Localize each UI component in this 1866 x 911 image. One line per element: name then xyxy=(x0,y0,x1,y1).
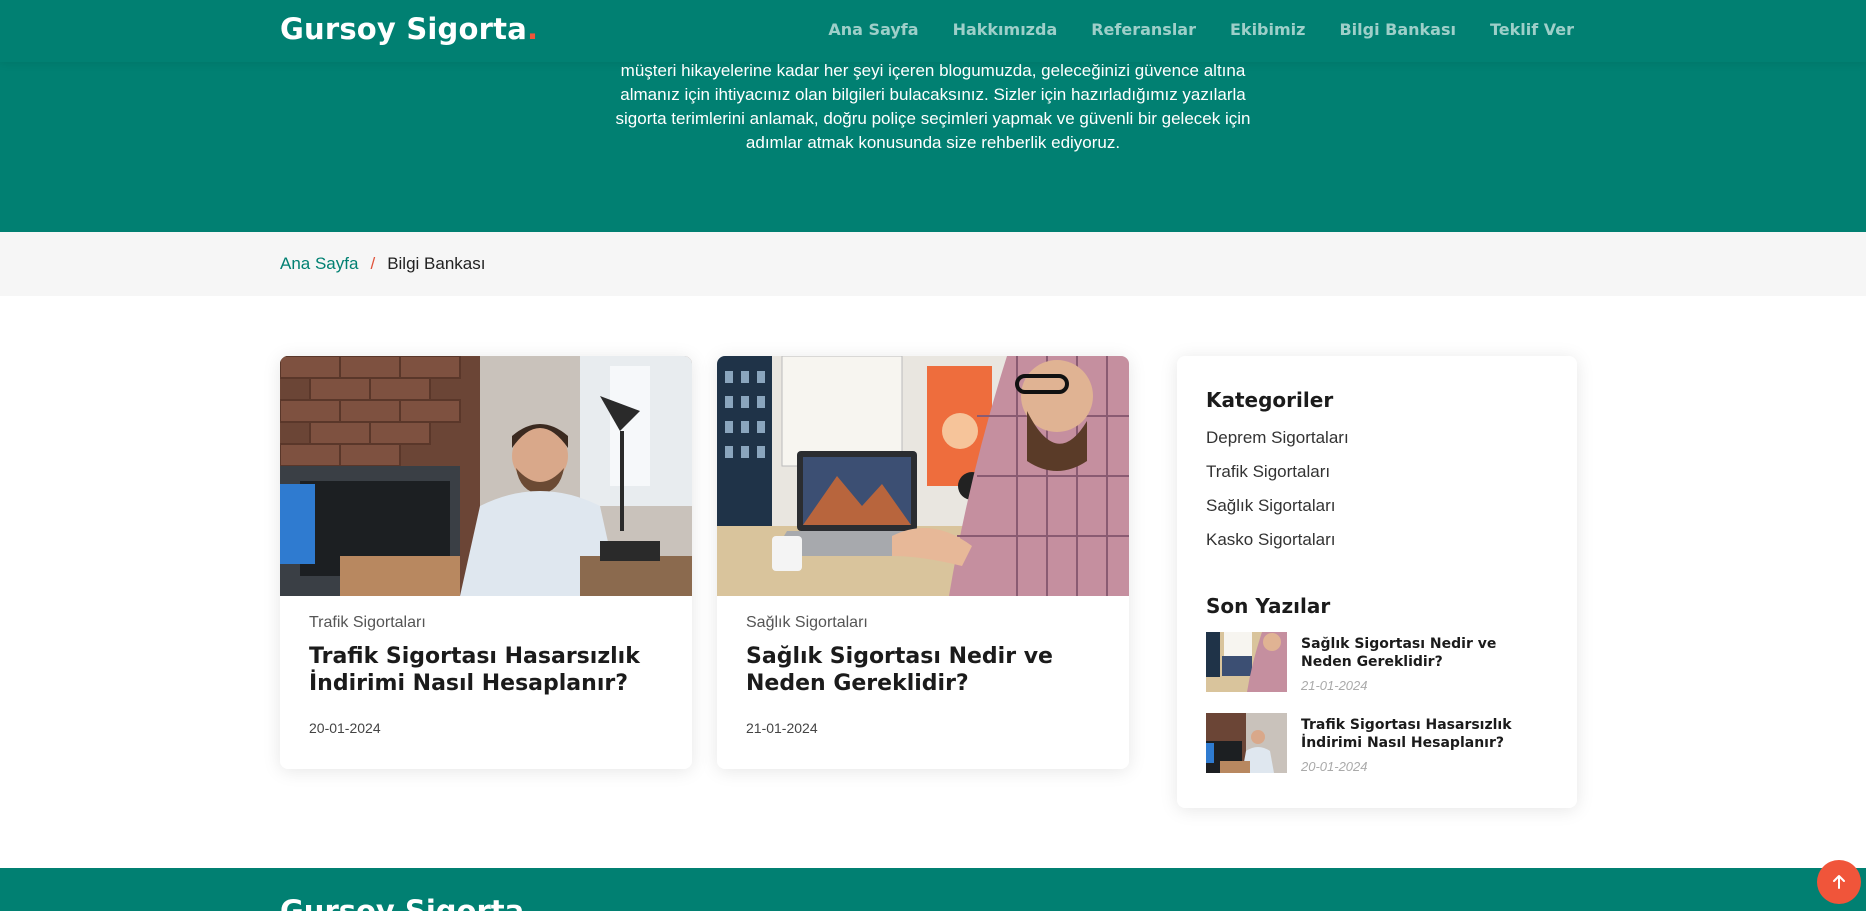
breadcrumb: Ana Sayfa / Bilgi Bankası xyxy=(280,254,485,274)
site-logo[interactable]: Gursoy Sigorta. xyxy=(280,12,538,46)
scroll-to-top-button[interactable] xyxy=(1817,860,1861,904)
recent-post-thumbnail[interactable] xyxy=(1206,632,1287,692)
logo-text: Gursoy Sigorta xyxy=(280,12,527,46)
post-image[interactable] xyxy=(717,356,1129,596)
category-link[interactable]: Trafik Sigortaları xyxy=(1206,462,1330,482)
breadcrumb-current: Bilgi Bankası xyxy=(387,254,486,273)
sidebar: Kategoriler Deprem Sigortaları Trafik Si… xyxy=(1177,356,1577,808)
post-title[interactable]: Sağlık Sigortası Nedir ve Neden Gereklid… xyxy=(746,643,1106,697)
recent-post-item[interactable]: Sağlık Sigortası Nedir ve Neden Gereklid… xyxy=(1206,632,1546,694)
category-link[interactable]: Sağlık Sigortaları xyxy=(1206,496,1335,516)
category-link[interactable]: Kasko Sigortaları xyxy=(1206,530,1335,550)
post-title[interactable]: Trafik Sigortası Hasarsızlık İndirimi Na… xyxy=(309,643,669,697)
nav-item-knowledge-base[interactable]: Bilgi Bankası xyxy=(1339,20,1456,39)
nav-item-home[interactable]: Ana Sayfa xyxy=(828,20,918,39)
breadcrumb-home[interactable]: Ana Sayfa xyxy=(280,254,358,274)
hero-description: müşteri hikayelerine kadar her şeyi içer… xyxy=(0,59,1866,155)
recent-post-item[interactable]: Trafik Sigortası Hasarsızlık İndirimi Na… xyxy=(1206,713,1546,775)
office-thumbnail-image xyxy=(1206,713,1287,773)
recent-post-title[interactable]: Trafik Sigortası Hasarsızlık İndirimi Na… xyxy=(1301,716,1546,752)
recent-post-title[interactable]: Sağlık Sigortası Nedir ve Neden Gereklid… xyxy=(1301,635,1546,671)
logo-dot: . xyxy=(526,12,539,46)
nav-item-team[interactable]: Ekibimiz xyxy=(1230,20,1305,39)
recent-post-date: 21-01-2024 xyxy=(1301,678,1368,693)
hero-line: adımlar atmak konusunda size rehberlik e… xyxy=(745,133,1121,152)
recent-post-date: 20-01-2024 xyxy=(1301,759,1368,774)
laptop-photo-image xyxy=(717,356,1129,596)
laptop-thumbnail-image xyxy=(1206,632,1287,692)
post-date: 20-01-2024 xyxy=(309,720,381,736)
post-image[interactable] xyxy=(280,356,692,596)
hero-line: sigorta terimlerini anlamak, doğru poliç… xyxy=(615,109,1251,128)
main-nav: Ana Sayfa Hakkımızda Referanslar Ekibimi… xyxy=(828,20,1574,39)
post-category[interactable]: Trafik Sigortaları xyxy=(309,614,426,632)
nav-item-about[interactable]: Hakkımızda xyxy=(953,20,1058,39)
footer-logo[interactable]: Gursoy Sigorta xyxy=(280,894,524,911)
recent-post-thumbnail[interactable] xyxy=(1206,713,1287,773)
nav-item-quote[interactable]: Teklif Ver xyxy=(1490,20,1574,39)
site-header: Gursoy Sigorta. Ana Sayfa Hakkımızda Ref… xyxy=(0,0,1866,62)
post-card[interactable]: Trafik Sigortaları Trafik Sigortası Hasa… xyxy=(280,356,692,769)
post-date: 21-01-2024 xyxy=(746,720,818,736)
arrow-up-icon xyxy=(1833,875,1845,889)
recent-posts-heading: Son Yazılar xyxy=(1206,594,1331,618)
breadcrumb-separator: / xyxy=(370,254,376,273)
breadcrumb-bar: Ana Sayfa / Bilgi Bankası xyxy=(0,232,1866,296)
category-link[interactable]: Deprem Sigortaları xyxy=(1206,428,1349,448)
post-category[interactable]: Sağlık Sigortaları xyxy=(746,614,868,632)
hero-line: müşteri hikayelerine kadar her şeyi içer… xyxy=(620,61,1246,80)
hero-line: almanız için ihtiyacınız olan bilgileri … xyxy=(620,85,1246,104)
categories-heading: Kategoriler xyxy=(1206,388,1334,412)
office-photo-image xyxy=(280,356,692,596)
site-footer: Gursoy Sigorta xyxy=(0,868,1866,911)
nav-item-references[interactable]: Referanslar xyxy=(1091,20,1196,39)
post-card[interactable]: Sağlık Sigortaları Sağlık Sigortası Nedi… xyxy=(717,356,1129,769)
